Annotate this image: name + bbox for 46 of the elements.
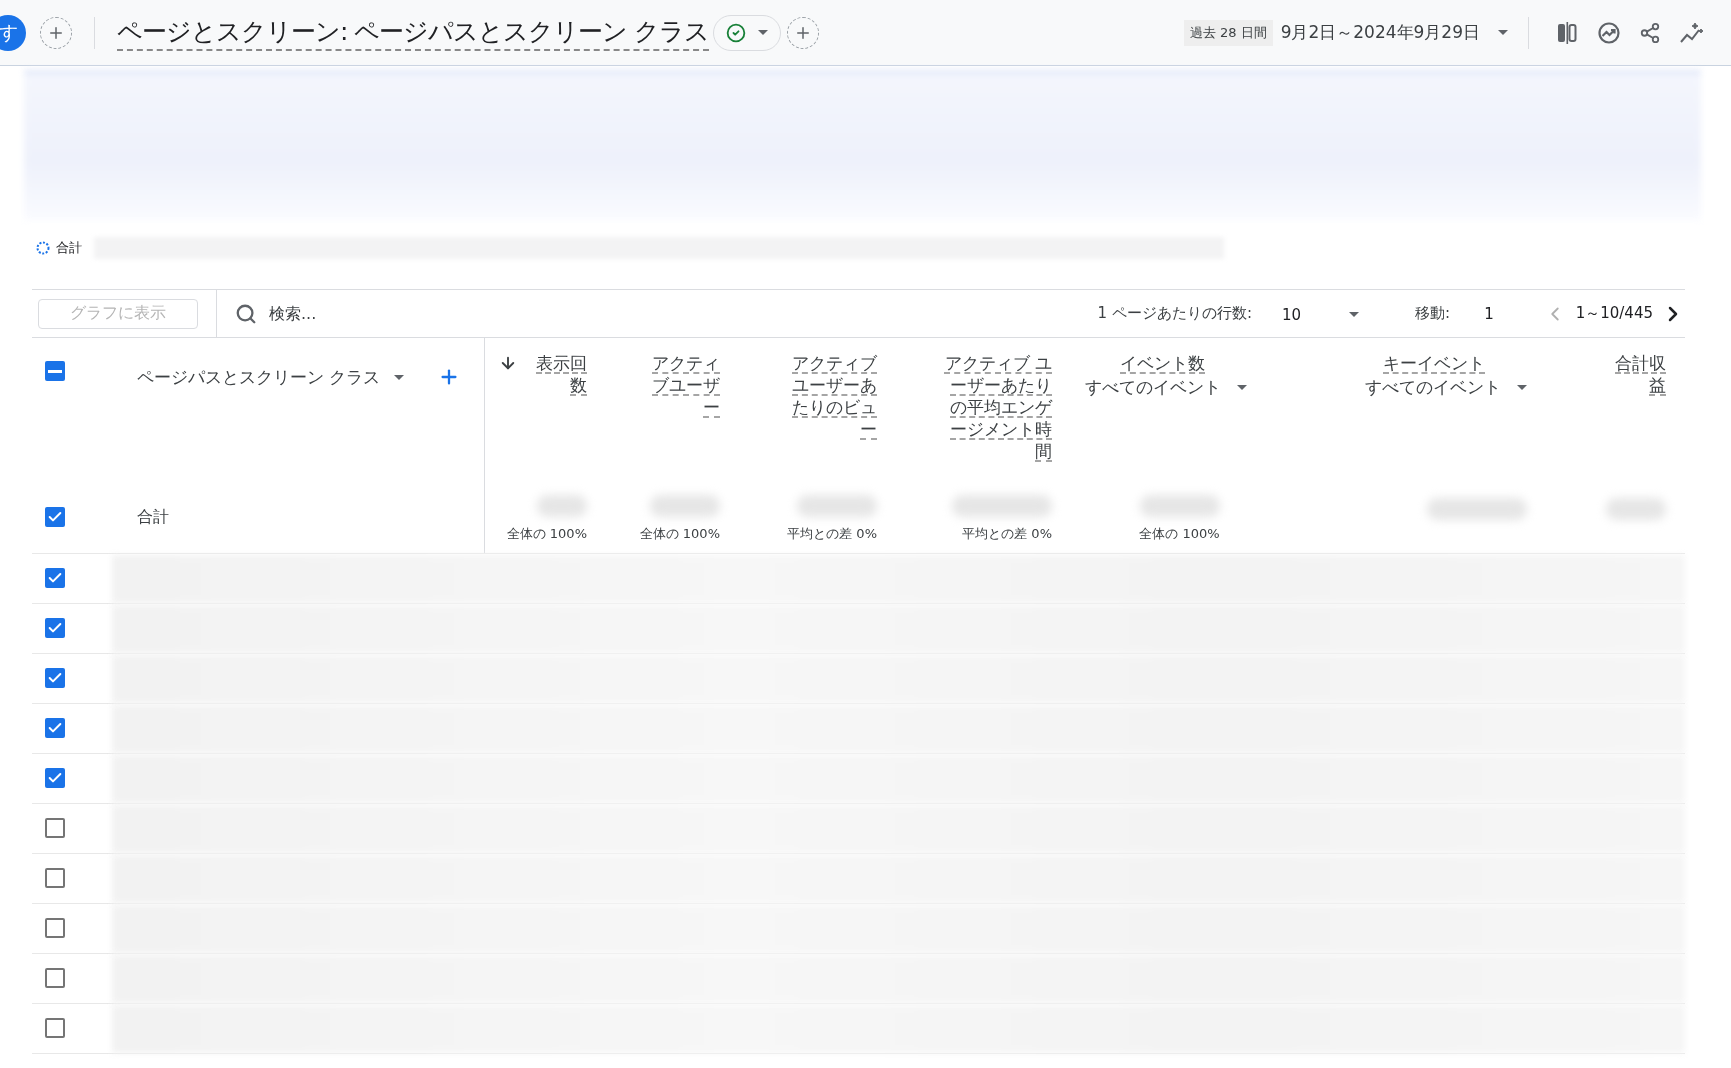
- checkbox[interactable]: [45, 918, 65, 938]
- checkbox[interactable]: [45, 818, 65, 838]
- search-icon: [235, 302, 257, 325]
- checkbox[interactable]: [45, 618, 65, 638]
- checkbox[interactable]: [45, 568, 65, 588]
- rows-per-page-label: 1 ページあたりの行数:: [1097, 304, 1252, 323]
- sparkle-trend-icon[interactable]: [1679, 20, 1705, 45]
- total-note: 平均との差 0%: [787, 525, 877, 543]
- go-to-input[interactable]: 1: [1484, 304, 1494, 323]
- minus-icon: [48, 369, 62, 373]
- date-chip: 過去 28 日間: [1183, 19, 1273, 46]
- checkbox[interactable]: [45, 1018, 65, 1038]
- legend-label: 合計: [56, 239, 82, 257]
- column-header[interactable]: アクティブユーザー: [646, 352, 720, 418]
- checkbox[interactable]: [45, 668, 65, 688]
- column-header[interactable]: アクティブユーザーあたりのビュー: [787, 352, 877, 440]
- checkbox[interactable]: [45, 718, 65, 738]
- dotted-circle-icon: [36, 241, 50, 255]
- checkbox[interactable]: [45, 968, 65, 988]
- go-to-label: 移動:: [1415, 304, 1451, 323]
- total-note: 全体の 100%: [639, 525, 720, 543]
- total-note: 平均との差 0%: [962, 525, 1052, 543]
- check-circle-icon: [726, 22, 747, 43]
- chart-circle-icon[interactable]: [1597, 20, 1621, 45]
- total-note: 全体の 100%: [1139, 525, 1220, 543]
- checkbox[interactable]: [45, 507, 65, 527]
- report-title: ページとスクリーン: ページパスとスクリーン クラス: [117, 14, 710, 51]
- column-header[interactable]: アクティブ ユーザーあたりの平均エンゲージメント時間: [942, 352, 1052, 462]
- event-filter-dropdown[interactable]: すべてのイベント: [1365, 376, 1527, 399]
- date-range: 9月2日～2024年9月29日: [1280, 21, 1480, 44]
- compare-columns-icon[interactable]: [1555, 20, 1579, 45]
- checkbox[interactable]: [45, 768, 65, 788]
- column-header[interactable]: イベント数: [1120, 352, 1205, 374]
- checkbox[interactable]: [45, 868, 65, 888]
- column-header[interactable]: キーイベント: [1383, 352, 1485, 374]
- dimension-header[interactable]: ページパスとスクリーン クラス: [137, 365, 381, 389]
- status-dropdown[interactable]: [713, 14, 782, 51]
- total-note: 全体の 100%: [506, 525, 587, 543]
- checkbox[interactable]: [45, 361, 65, 381]
- column-header[interactable]: 合計収益: [1610, 352, 1666, 396]
- share-icon[interactable]: [1639, 21, 1661, 44]
- page-range: 1～10/445: [1575, 304, 1653, 323]
- rows-per-page-dropdown[interactable]: 10: [1281, 305, 1360, 324]
- column-header[interactable]: 表示回数: [533, 352, 587, 396]
- event-filter-dropdown[interactable]: すべてのイベント: [1085, 376, 1247, 399]
- caret-icon[interactable]: [394, 374, 405, 380]
